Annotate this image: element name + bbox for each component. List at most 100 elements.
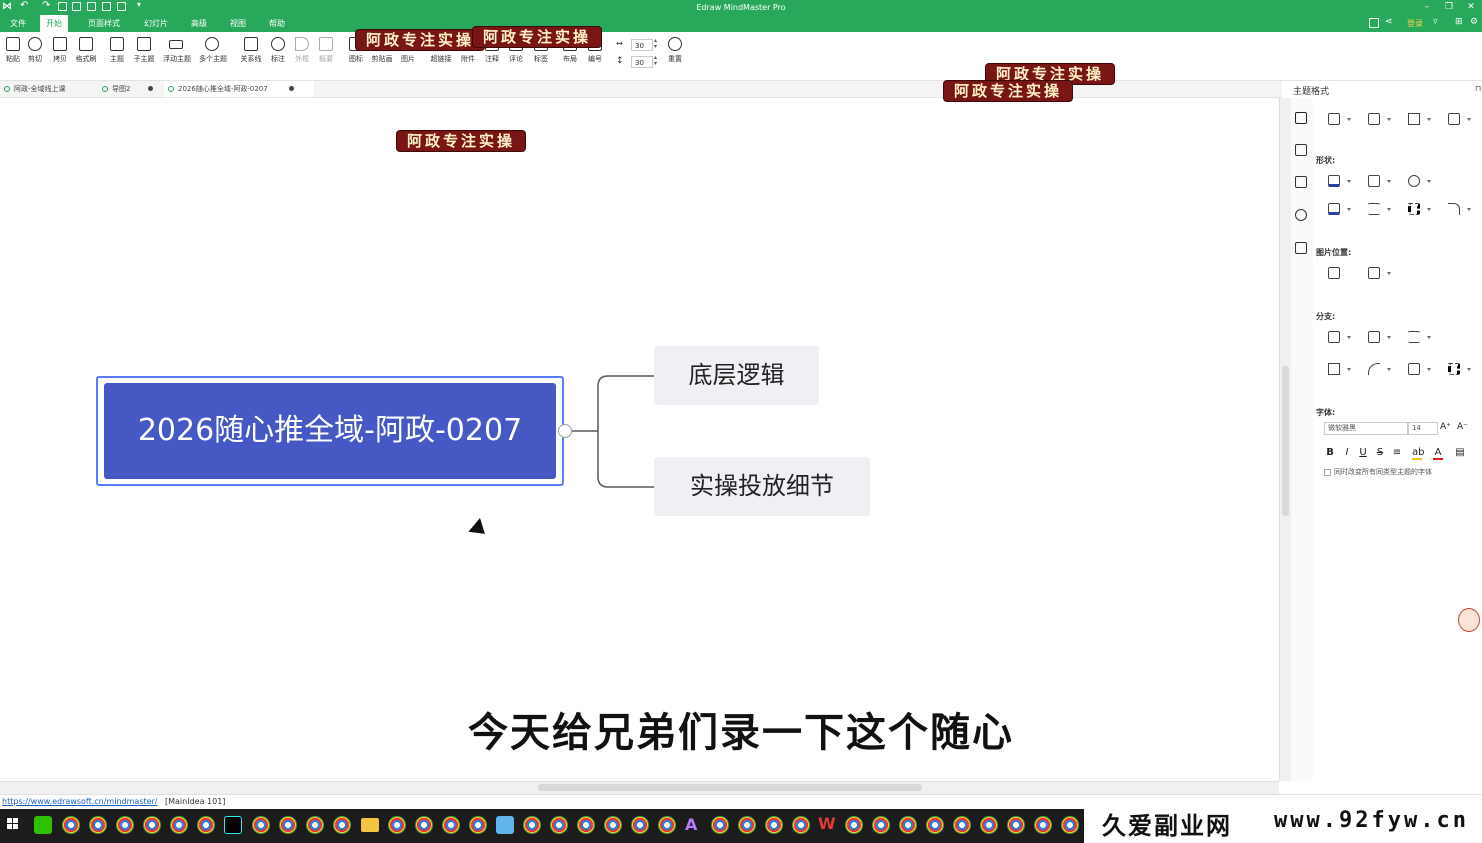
h-spacing-input[interactable]: 30: [631, 39, 653, 51]
chrome-icon[interactable]: [550, 816, 568, 834]
menu-page-style[interactable]: 页面样式: [82, 15, 126, 32]
reset-button[interactable]: 重置: [662, 36, 688, 72]
tab-close-icon[interactable]: [148, 86, 153, 91]
print-icon[interactable]: [102, 2, 111, 11]
chrome-icon[interactable]: [62, 816, 80, 834]
dropdown-caret-icon[interactable]: [1467, 118, 1471, 121]
style-icon[interactable]: [1295, 112, 1307, 124]
align-icon[interactable]: ≡: [1392, 447, 1402, 458]
folder-icon[interactable]: [361, 818, 379, 832]
structure-icon[interactable]: [1368, 113, 1380, 125]
chrome-icon[interactable]: [604, 816, 622, 834]
tab-online-course[interactable]: 阿政-全域线上课: [0, 81, 106, 97]
chrome-icon[interactable]: [306, 816, 324, 834]
image-align-icon[interactable]: [1368, 267, 1380, 279]
chrome-icon[interactable]: [711, 816, 729, 834]
chrome-icon[interactable]: [765, 816, 783, 834]
shape-style-icon[interactable]: [1368, 175, 1380, 187]
scrollbar-thumb[interactable]: [538, 784, 922, 791]
chrome-icon[interactable]: [953, 816, 971, 834]
format-painter-button[interactable]: 格式刷: [73, 36, 99, 72]
dropdown-caret-icon[interactable]: [1387, 118, 1391, 121]
underline-button[interactable]: U: [1358, 447, 1368, 458]
assistant-avatar-icon[interactable]: [1458, 608, 1480, 632]
chrome-icon[interactable]: [926, 816, 944, 834]
scrollbar-thumb[interactable]: [1282, 366, 1289, 516]
font-grow-icon[interactable]: A⁺: [1440, 422, 1451, 432]
summary-button[interactable]: 概要: [313, 36, 339, 72]
app-a-icon[interactable]: A: [685, 815, 697, 834]
undo-icon[interactable]: ↶: [20, 0, 28, 11]
dropdown-caret-icon[interactable]: [1427, 336, 1431, 339]
border-weight-icon[interactable]: [1368, 203, 1380, 215]
dropdown-caret-icon[interactable]: [1467, 368, 1471, 371]
chrome-icon[interactable]: [252, 816, 270, 834]
edraw-taskbar-icon[interactable]: [496, 816, 514, 834]
v-spacing-stepper[interactable]: ▴ ▾: [654, 55, 657, 67]
corner-style-icon[interactable]: [1448, 203, 1460, 215]
dropdown-caret-icon[interactable]: [1347, 368, 1351, 371]
font-family-select[interactable]: 微软雅黑: [1324, 422, 1408, 435]
chrome-icon[interactable]: [442, 816, 460, 834]
dropdown-caret-icon[interactable]: [1347, 208, 1351, 211]
apps-icon[interactable]: ⊞: [1455, 17, 1463, 27]
dropdown-caret-icon[interactable]: [1347, 118, 1351, 121]
menu-view[interactable]: 视图: [224, 15, 252, 32]
dropdown-caret-icon[interactable]: [1387, 180, 1391, 183]
chrome-icon[interactable]: [631, 816, 649, 834]
start-menu-icon[interactable]: [7, 818, 19, 830]
chrome-icon[interactable]: [523, 816, 541, 834]
chrome-icon[interactable]: [658, 816, 676, 834]
chrome-icon[interactable]: [577, 816, 595, 834]
status-website-link[interactable]: https://www.edrawsoft.cn/mindmaster/: [2, 797, 158, 806]
login-link[interactable]: 登录: [1407, 18, 1423, 29]
shop-icon[interactable]: ▿: [1433, 17, 1438, 27]
chrome-icon[interactable]: [388, 816, 406, 834]
dropdown-caret-icon[interactable]: [1427, 368, 1431, 371]
subtopic-operation-details[interactable]: 实操投放细节: [654, 457, 870, 516]
branch-color-icon[interactable]: [1368, 331, 1380, 343]
fullscreen-icon[interactable]: [1369, 18, 1379, 28]
chrome-icon[interactable]: [116, 816, 134, 834]
list-numbering-icon[interactable]: [1448, 113, 1460, 125]
quick-access-dropdown-icon[interactable]: ▾: [137, 0, 141, 9]
chrome-icon[interactable]: [143, 816, 161, 834]
menu-home[interactable]: 开始: [40, 15, 68, 32]
menu-advanced[interactable]: 高级: [185, 15, 213, 32]
highlight-color-icon[interactable]: ab: [1412, 447, 1424, 460]
branch-fill-icon[interactable]: [1328, 331, 1340, 343]
minimize-button[interactable]: –: [1416, 0, 1438, 15]
dropdown-caret-icon[interactable]: [1347, 336, 1351, 339]
strikethrough-button[interactable]: S: [1375, 447, 1385, 458]
chrome-icon[interactable]: [469, 816, 487, 834]
dropdown-caret-icon[interactable]: [1347, 180, 1351, 183]
chrome-icon[interactable]: [415, 816, 433, 834]
border-dash-icon[interactable]: [1408, 203, 1420, 215]
cut-button[interactable]: 剪切: [22, 36, 48, 72]
wechat-icon[interactable]: [34, 816, 52, 834]
main-topic[interactable]: 2026随心推全域-阿政-0207: [104, 383, 556, 479]
branch-dash-icon[interactable]: [1448, 363, 1460, 375]
chrome-icon[interactable]: [1034, 816, 1052, 834]
chrome-icon[interactable]: [872, 816, 890, 834]
chrome-icon[interactable]: [1061, 816, 1079, 834]
dropdown-caret-icon[interactable]: [1427, 118, 1431, 121]
chrome-icon[interactable]: [333, 816, 351, 834]
chrome-icon[interactable]: [899, 816, 917, 834]
italic-button[interactable]: I: [1342, 447, 1352, 458]
menu-slides[interactable]: 幻灯片: [138, 15, 174, 32]
chrome-icon[interactable]: [845, 816, 863, 834]
redo-icon[interactable]: ↷: [42, 0, 50, 11]
apply-font-checkbox[interactable]: [1324, 469, 1331, 476]
font-shrink-icon[interactable]: A⁻: [1457, 422, 1468, 432]
task-icon[interactable]: [1295, 242, 1307, 254]
copy-button[interactable]: 拷贝: [47, 36, 73, 72]
panel-pin-icon[interactable]: ⊓: [1475, 84, 1481, 93]
chrome-icon[interactable]: [738, 816, 756, 834]
subtopic-underlying-logic[interactable]: 底层逻辑: [654, 346, 819, 405]
bold-button[interactable]: B: [1325, 447, 1335, 458]
save-icon[interactable]: [87, 2, 96, 11]
share-icon[interactable]: ⋖: [1385, 17, 1393, 27]
restore-button[interactable]: ❐: [1438, 0, 1460, 15]
new-file-icon[interactable]: [58, 2, 67, 11]
